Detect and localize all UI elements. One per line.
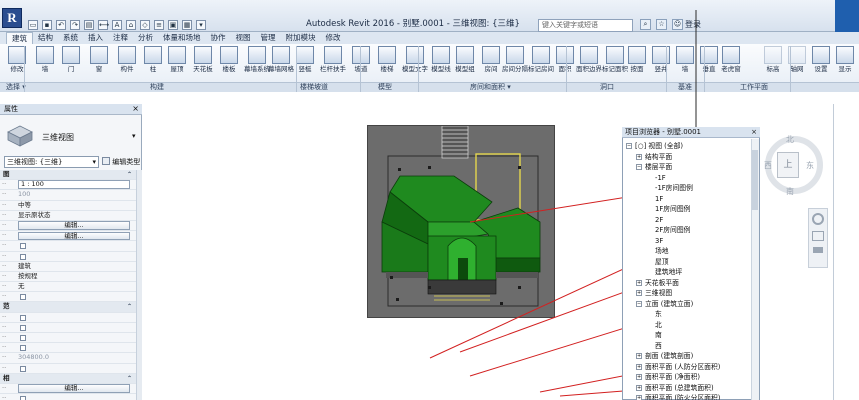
- navigation-bar: [808, 208, 828, 268]
- tree-node-label: 结构平面: [645, 152, 673, 161]
- tree-node[interactable]: 东: [646, 309, 662, 319]
- tree-node-label: 天花板平面: [645, 278, 679, 287]
- expand-icon[interactable]: +: [636, 290, 642, 296]
- tree-node[interactable]: 西: [646, 341, 662, 351]
- ribbon-separator: [566, 46, 567, 92]
- collapse-icon[interactable]: −: [636, 300, 642, 307]
- ribbon-separator: [296, 46, 297, 92]
- tree-node[interactable]: + 天花板平面: [636, 278, 679, 288]
- tree-node[interactable]: − [○] 视图 (全部): [626, 141, 683, 151]
- tree-node[interactable]: + 面积平面 (净面积): [636, 372, 700, 382]
- tree-node-label: 1F: [655, 194, 664, 203]
- nav-dropdown-icon[interactable]: [813, 247, 823, 253]
- tree-node[interactable]: 1F: [646, 194, 663, 204]
- tree-node-label: 楼层平面: [645, 163, 673, 171]
- compass-east[interactable]: 东: [806, 160, 814, 171]
- tree-node-label: 剖面 (建筑剖面): [645, 352, 694, 360]
- tree-node-label: -1F房间图例: [655, 184, 693, 192]
- tree-node[interactable]: + 面积平面 (人防分区面积): [636, 362, 720, 372]
- tree-node-label: 3F: [655, 236, 664, 245]
- tree-node-label: 东: [655, 310, 662, 318]
- tree-node[interactable]: 3F: [646, 236, 663, 246]
- tree-node[interactable]: 屋顶: [646, 257, 669, 267]
- tree-node-label: [○] 视图 (全部): [635, 142, 684, 150]
- viewcube[interactable]: 上: [777, 152, 799, 178]
- ribbon-separator: [704, 46, 705, 92]
- tree-node-label: 场地: [655, 247, 669, 255]
- ribbon-separator: [418, 46, 419, 92]
- tree-node-label: 屋顶: [655, 257, 669, 266]
- browser-scroll-thumb[interactable]: [752, 150, 758, 210]
- tree-node-label: 三维视图: [645, 289, 673, 297]
- tree-node[interactable]: 南: [646, 330, 662, 340]
- tree-node-label: 面积平面 (总建筑面积): [645, 383, 714, 392]
- tree-node[interactable]: 2F房间图例: [646, 225, 690, 235]
- annotation-arrow: [429, 259, 644, 359]
- tree-node-label: 北: [655, 320, 662, 329]
- ribbon-separator: [666, 46, 667, 92]
- tree-node-label: 2F: [655, 215, 664, 224]
- expand-icon[interactable]: +: [636, 279, 642, 286]
- tree-node[interactable]: 建筑地坪: [646, 267, 682, 277]
- tree-node-label: 1F房间图例: [655, 205, 691, 213]
- tree-node[interactable]: + 三维视图: [636, 288, 672, 298]
- tree-node[interactable]: − 立面 (建筑立面): [636, 299, 693, 309]
- tree-node[interactable]: − 楼层平面: [636, 162, 672, 172]
- tree-node-label: 西: [655, 341, 662, 350]
- tree-node-label: 面积平面 (人防分区面积): [645, 362, 721, 371]
- collapse-icon[interactable]: −: [626, 143, 632, 149]
- tree-node[interactable]: 2F: [646, 215, 663, 225]
- tree-node-label: 2F房间图例: [655, 226, 691, 234]
- tree-node[interactable]: + 面积平面 (总建筑面积): [636, 383, 714, 393]
- steering-wheel-icon[interactable]: [812, 213, 824, 225]
- tree-node[interactable]: + 剖面 (建筑剖面): [636, 351, 693, 361]
- tree-node[interactable]: -1F房间图例: [646, 183, 693, 193]
- background-window: [833, 104, 859, 400]
- compass-west[interactable]: 西: [764, 160, 772, 171]
- tree-node[interactable]: 1F房间图例: [646, 204, 690, 214]
- expand-icon[interactable]: +: [636, 353, 642, 359]
- ribbon-separator: [360, 46, 361, 92]
- zoom-icon[interactable]: [812, 231, 824, 241]
- expand-icon[interactable]: +: [636, 363, 642, 370]
- ribbon-separator: [790, 46, 791, 92]
- tree-node-label: 立面 (建筑立面): [645, 299, 694, 308]
- ribbon-separator: [24, 46, 25, 92]
- tree-node-label: 建筑地坪: [655, 268, 683, 276]
- tree-node-label: -1F: [655, 173, 666, 182]
- annotation-arrow: [469, 194, 641, 223]
- tree-node[interactable]: 场地: [646, 246, 669, 256]
- expand-icon[interactable]: +: [636, 384, 642, 391]
- tree-node-label: 面积平面 (净面积): [645, 373, 701, 381]
- close-icon[interactable]: ×: [751, 127, 757, 137]
- expand-icon[interactable]: +: [636, 374, 642, 380]
- compass-north[interactable]: 北: [786, 134, 794, 145]
- project-browser-header: 项目浏览器 - 别墅.0001 ×: [622, 127, 760, 138]
- tree-node[interactable]: + 面积平面 (防火分区面积): [636, 393, 720, 400]
- expand-icon[interactable]: +: [636, 395, 642, 400]
- tree-node-label: 南: [655, 331, 662, 339]
- tree-node[interactable]: -1F: [646, 173, 666, 183]
- tree-node[interactable]: + 结构平面: [636, 152, 672, 162]
- tree-node[interactable]: 北: [646, 320, 662, 330]
- tree-node-label: 面积平面 (防火分区面积): [645, 394, 721, 400]
- compass-south[interactable]: 南: [786, 186, 794, 197]
- expand-icon[interactable]: +: [636, 153, 642, 160]
- collapse-icon[interactable]: −: [636, 164, 642, 170]
- project-browser-title: 项目浏览器 - 别墅.0001: [625, 128, 702, 136]
